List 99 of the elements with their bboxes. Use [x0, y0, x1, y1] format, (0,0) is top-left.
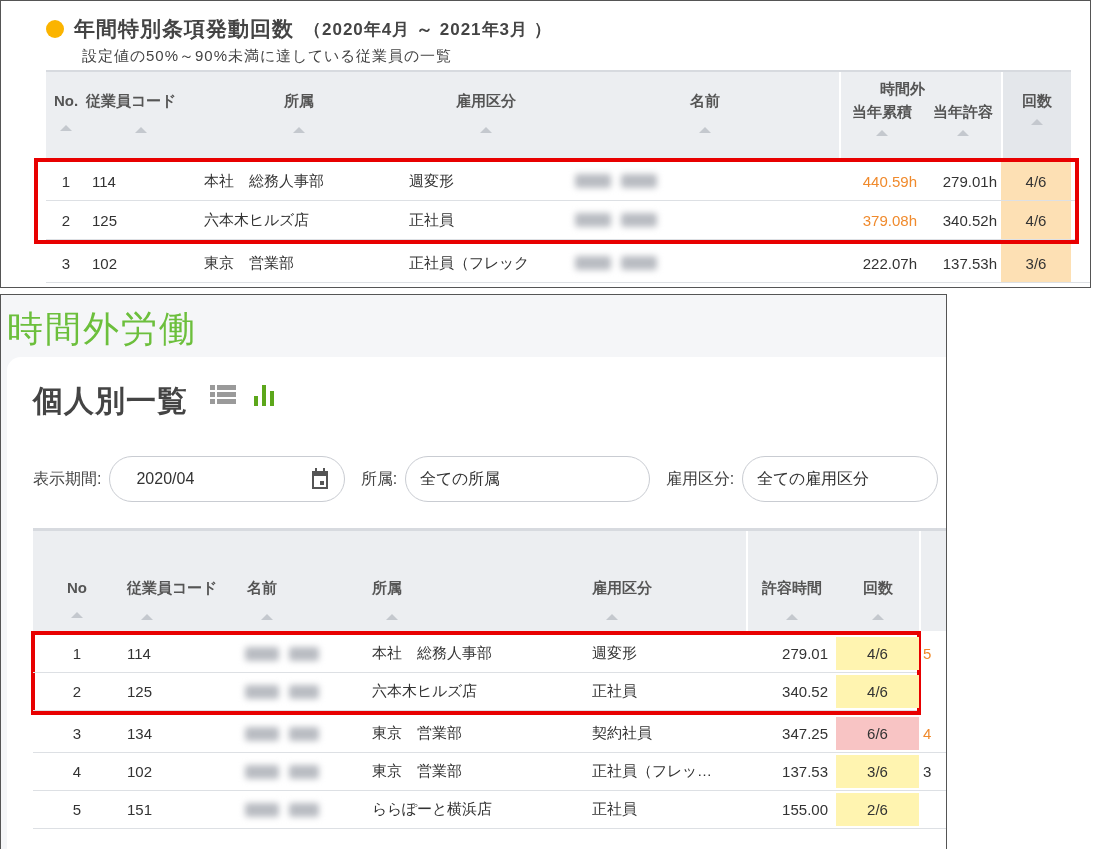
- column-header[interactable]: 従業員コード: [86, 92, 176, 111]
- sort-icon[interactable]: [957, 130, 969, 136]
- sort-icon[interactable]: [386, 614, 398, 620]
- table-cell-text: 3: [60, 253, 72, 274]
- table-cell-text: 契約社員: [591, 723, 653, 743]
- sort-icon[interactable]: [135, 127, 147, 133]
- filter-label: 所属:: [360, 468, 398, 489]
- table-cell: 4/6: [836, 675, 919, 708]
- section-subtitle: 設定値の50%～90%未満に達している従業員の一覧: [82, 47, 454, 66]
- table-cell-text: 1: [71, 644, 83, 664]
- column-header[interactable]: 当年累積: [852, 103, 912, 122]
- table-cell-text: 114: [91, 171, 117, 192]
- sort-icon[interactable]: [261, 614, 273, 620]
- column-header[interactable]: 回数: [1022, 92, 1052, 111]
- table-cell: 6/6: [836, 717, 919, 750]
- table-cell-text: 440.59h: [861, 171, 918, 192]
- column-header[interactable]: 当年許容: [933, 103, 993, 122]
- sort-icon[interactable]: [71, 612, 83, 618]
- table-cell-text: 222.07h: [861, 253, 918, 274]
- table-cell-text: 340.52h: [941, 210, 998, 231]
- column-header[interactable]: 雇用区分: [456, 92, 516, 111]
- table-cell-text: 279.01: [781, 644, 829, 664]
- table-cell-text: 本社 総務人事部: [371, 643, 493, 663]
- table-cell-text: 2: [60, 210, 72, 231]
- column-header[interactable]: 名前: [247, 579, 277, 598]
- filter-label: 表示期間:: [33, 468, 102, 489]
- column-header[interactable]: No: [67, 579, 87, 596]
- table-cell-text: 正社員: [591, 799, 638, 819]
- table-cell-text: 4: [71, 762, 83, 782]
- table-cell-text: 102: [126, 762, 154, 782]
- chart-view-button[interactable]: [252, 382, 276, 407]
- table-cell-text: 東京 営業部: [203, 252, 295, 273]
- table-cell-text: 5: [922, 644, 933, 664]
- section-title: 年間特別条項発動回数: [74, 16, 294, 42]
- table-cell: 3/6: [1001, 244, 1071, 282]
- table-cell-text: 379.08h: [861, 210, 918, 231]
- sort-icon[interactable]: [141, 614, 153, 620]
- table-cell-text: 137.53h: [941, 253, 998, 274]
- status-dot-icon: [46, 20, 64, 38]
- table-cell-text: 125: [91, 210, 119, 231]
- table-cell-text: 東京 営業部: [371, 761, 463, 781]
- table-cell-text: 4: [922, 724, 933, 744]
- column-header[interactable]: 従業員コード: [127, 579, 217, 598]
- sort-icon[interactable]: [699, 127, 711, 133]
- table-cell-text: 3: [922, 762, 933, 782]
- table-cell: 3/6: [836, 755, 919, 788]
- table-cell-text: 279.01h: [941, 171, 998, 192]
- table-cell-text: 125: [126, 682, 154, 702]
- table-cell-text: 2: [71, 682, 83, 702]
- sort-icon[interactable]: [871, 614, 884, 620]
- table-cell-text: 3: [71, 724, 83, 744]
- table-cell-text: 正社員: [408, 209, 455, 230]
- sort-icon[interactable]: [292, 127, 305, 133]
- calendar-icon: [309, 468, 330, 490]
- table-cell-text: 1: [60, 171, 72, 192]
- table-cell-text: 114: [126, 644, 152, 664]
- table-cell: 4/6: [836, 637, 919, 670]
- sort-icon[interactable]: [876, 130, 888, 136]
- column-header[interactable]: No.: [53, 92, 79, 109]
- table-cell-text: 六本木ヒルズ店: [371, 681, 478, 701]
- column-header[interactable]: 回数: [862, 579, 893, 598]
- table-cell-text: 5: [71, 800, 83, 820]
- column-group-header: 時間外: [879, 80, 925, 99]
- sort-icon[interactable]: [60, 125, 72, 131]
- table-cell-text: 155.00: [781, 800, 829, 820]
- table-cell-text: 週変形: [591, 643, 638, 663]
- table-cell-text: 東京 営業部: [371, 723, 463, 743]
- filter-label: 雇用区分:: [665, 468, 735, 489]
- column-header[interactable]: 所属: [283, 92, 314, 111]
- table-cell: 2/6: [836, 793, 919, 826]
- bar-chart-icon: [252, 382, 276, 407]
- table-cell-text: 週変形: [408, 170, 455, 191]
- table-cell-text: 137.53: [781, 762, 829, 782]
- table-cell: 4/6: [1001, 201, 1071, 239]
- sort-icon[interactable]: [480, 127, 492, 133]
- column-header[interactable]: 雇用区分: [592, 579, 652, 598]
- table-cell-text: 340.52: [781, 682, 829, 702]
- table-cell-text: 六本木ヒルズ店: [203, 209, 310, 230]
- table-cell-text: 本社 総務人事部: [203, 170, 325, 191]
- sort-icon[interactable]: [786, 614, 798, 620]
- table-cell-text: 102: [91, 253, 119, 274]
- table-cell-text: 正社員: [591, 681, 638, 701]
- card-title: 個人別一覧: [33, 383, 188, 419]
- table-cell-text: 正社員（フレック: [408, 252, 530, 273]
- list-view-icon: [210, 383, 236, 406]
- column-header[interactable]: 名前: [690, 92, 720, 111]
- column-header[interactable]: 所属: [372, 579, 402, 598]
- table-cell-text: 134: [126, 724, 154, 744]
- sort-icon[interactable]: [606, 614, 618, 620]
- table-cell-text: 151: [126, 800, 154, 820]
- table-cell-text: 347.25: [781, 724, 829, 744]
- table-cell-text: 正社員（フレッ…: [591, 761, 713, 781]
- period-label: （2020年4月 ～ 2021年3月 ）: [304, 18, 552, 41]
- table-cell: 4/6: [1001, 162, 1071, 200]
- page-title: 時間外労働: [6, 307, 198, 351]
- list-view-button[interactable]: [210, 383, 236, 406]
- table-cell-text: ららぽーと横浜店: [371, 799, 493, 819]
- sort-icon[interactable]: [1031, 119, 1043, 125]
- column-header[interactable]: 許容時間: [762, 579, 822, 598]
